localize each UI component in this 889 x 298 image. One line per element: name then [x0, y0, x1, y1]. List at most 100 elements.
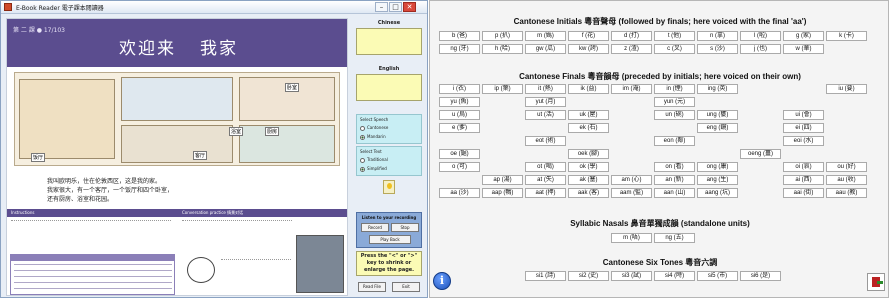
final-button[interactable]: ung (甕): [697, 110, 738, 120]
final-button[interactable]: aak (客): [568, 188, 609, 198]
final-button[interactable]: ik (益): [568, 84, 609, 94]
minimize-button[interactable]: –: [375, 2, 388, 12]
maximize-button[interactable]: □: [389, 2, 402, 12]
nasal-button[interactable]: m (唔): [611, 233, 652, 243]
final-button[interactable]: ak (塞): [568, 175, 609, 185]
final-button[interactable]: o (可): [439, 162, 480, 172]
tone-button[interactable]: si2 (史): [568, 271, 609, 281]
final-button[interactable]: iu (要): [826, 84, 867, 94]
initial-button[interactable]: d (打): [611, 31, 652, 41]
initial-button[interactable]: h (哈): [482, 44, 523, 54]
stop-button[interactable]: Stop: [391, 223, 419, 232]
final-button[interactable]: oek (腳): [568, 149, 609, 159]
close-button[interactable]: ✕: [403, 2, 416, 12]
initial-button[interactable]: z (渣): [611, 44, 652, 54]
final-button[interactable]: aam (監): [611, 188, 652, 198]
radio-traditional[interactable]: Traditional: [360, 157, 388, 163]
lightbulb-icon[interactable]: [383, 180, 395, 194]
final-button[interactable]: ek (石): [568, 123, 609, 133]
record-button[interactable]: Record: [361, 223, 389, 232]
final-button[interactable]: ong (康): [697, 162, 738, 172]
initial-button[interactable]: f (花): [568, 31, 609, 41]
final-button[interactable]: eon (鄰): [654, 136, 695, 146]
initial-button[interactable]: ng (牙): [439, 44, 480, 54]
initial-button[interactable]: n (拿): [697, 31, 738, 41]
final-button[interactable]: ang (生): [697, 175, 738, 185]
final-button[interactable]: eng (鏡): [697, 123, 738, 133]
final-button[interactable]: yun (元): [654, 97, 695, 107]
final-button[interactable]: ok (學): [568, 162, 609, 172]
english-text-field[interactable]: [356, 74, 422, 101]
final-button[interactable]: aau (教): [826, 188, 867, 198]
play-back-button[interactable]: Play Back: [369, 235, 411, 244]
exit-door-icon[interactable]: [867, 273, 885, 291]
radio-mandarin[interactable]: Mandarin: [360, 134, 386, 140]
final-button[interactable]: ing (英): [697, 84, 738, 94]
radio-simplified[interactable]: Simplified: [360, 166, 387, 172]
initial-button[interactable]: k (卡): [826, 31, 867, 41]
final-button[interactable]: ai (西): [783, 175, 824, 185]
info-icon[interactable]: i: [433, 272, 451, 290]
read-file-button[interactable]: Read File: [358, 282, 386, 292]
final-button[interactable]: yu (魚): [439, 97, 480, 107]
initial-button[interactable]: g (家): [783, 31, 824, 41]
final-button[interactable]: an (新): [654, 175, 695, 185]
initial-button[interactable]: w (華): [783, 44, 824, 54]
initial-button[interactable]: b (爸): [439, 31, 480, 41]
textbook-page[interactable]: 第 二 課 ● 17/103 欢迎来 我家 卧室 厨房 客厅 浴室 饭厅 我叫欧…: [6, 18, 348, 296]
final-button[interactable]: aa (沙): [439, 188, 480, 198]
final-button[interactable]: ot (喝): [525, 162, 566, 172]
final-button[interactable]: eot (術): [525, 136, 566, 146]
final-button[interactable]: am (心): [611, 175, 652, 185]
living-room-picture: [19, 79, 115, 159]
bathroom-picture: [239, 125, 335, 163]
initial-button[interactable]: c (叉): [654, 44, 695, 54]
final-button[interactable]: aan (山): [654, 188, 695, 198]
final-button[interactable]: ut (活): [525, 110, 566, 120]
final-button[interactable]: in (煙): [654, 84, 695, 94]
final-button[interactable]: yut (月): [525, 97, 566, 107]
final-button[interactable]: au (收): [826, 175, 867, 185]
final-button[interactable]: i (衣): [439, 84, 480, 94]
initial-button[interactable]: p (扒): [482, 31, 523, 41]
initial-button[interactable]: t (他): [654, 31, 695, 41]
tone-button[interactable]: si4 (時): [654, 271, 695, 281]
final-button[interactable]: ou (好): [826, 162, 867, 172]
initial-button[interactable]: s (沙): [697, 44, 738, 54]
final-button[interactable]: ip (葉): [482, 84, 523, 94]
final-button[interactable]: ui (會): [783, 110, 824, 120]
initial-button[interactable]: m (媽): [525, 31, 566, 41]
exit-button[interactable]: Exit: [392, 282, 420, 292]
final-button[interactable]: im (淹): [611, 84, 652, 94]
final-button[interactable]: aai (街): [783, 188, 824, 198]
tone-button[interactable]: si1 (詩): [525, 271, 566, 281]
tone-button[interactable]: si6 (是): [740, 271, 781, 281]
initial-button[interactable]: kw (誇): [568, 44, 609, 54]
final-button[interactable]: aang (坑): [697, 188, 738, 198]
final-button[interactable]: e (爹): [439, 123, 480, 133]
final-button[interactable]: on (看): [654, 162, 695, 172]
radio-cantonese[interactable]: Cantonese: [360, 125, 388, 131]
final-button[interactable]: it (熱): [525, 84, 566, 94]
final-button[interactable]: un (碗): [654, 110, 695, 120]
chinese-text-field[interactable]: [356, 28, 422, 55]
final-button[interactable]: ei (四): [783, 123, 824, 133]
nasal-button[interactable]: ng (五): [654, 233, 695, 243]
final-button[interactable]: at (失): [525, 175, 566, 185]
final-button[interactable]: aap (鴨): [482, 188, 523, 198]
final-button[interactable]: uk (屋): [568, 110, 609, 120]
vocabulary-lines: [14, 264, 172, 294]
final-button[interactable]: oi (哀): [783, 162, 824, 172]
final-button[interactable]: ap (湯): [482, 175, 523, 185]
final-button[interactable]: eoi (水): [783, 136, 824, 146]
initial-button[interactable]: gw (瓜): [525, 44, 566, 54]
initial-button[interactable]: l (啦): [740, 31, 781, 41]
final-button[interactable]: aat (押): [525, 188, 566, 198]
room-tag: 饭厅: [31, 153, 46, 162]
initial-button[interactable]: j (也): [740, 44, 781, 54]
final-button[interactable]: oeng (薑): [740, 149, 781, 159]
tone-button[interactable]: si3 (試): [611, 271, 652, 281]
tone-button[interactable]: si5 (市): [697, 271, 738, 281]
final-button[interactable]: u (烏): [439, 110, 480, 120]
final-button[interactable]: oe (鋸): [439, 149, 480, 159]
